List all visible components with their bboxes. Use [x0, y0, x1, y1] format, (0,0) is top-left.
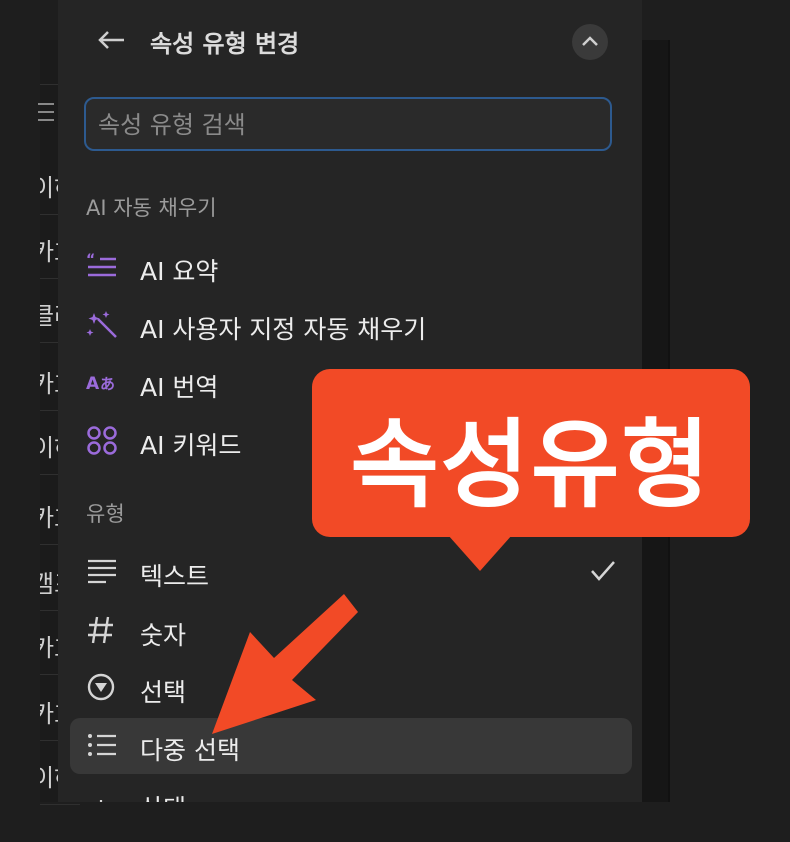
annotation-arrow-icon: [212, 594, 358, 734]
